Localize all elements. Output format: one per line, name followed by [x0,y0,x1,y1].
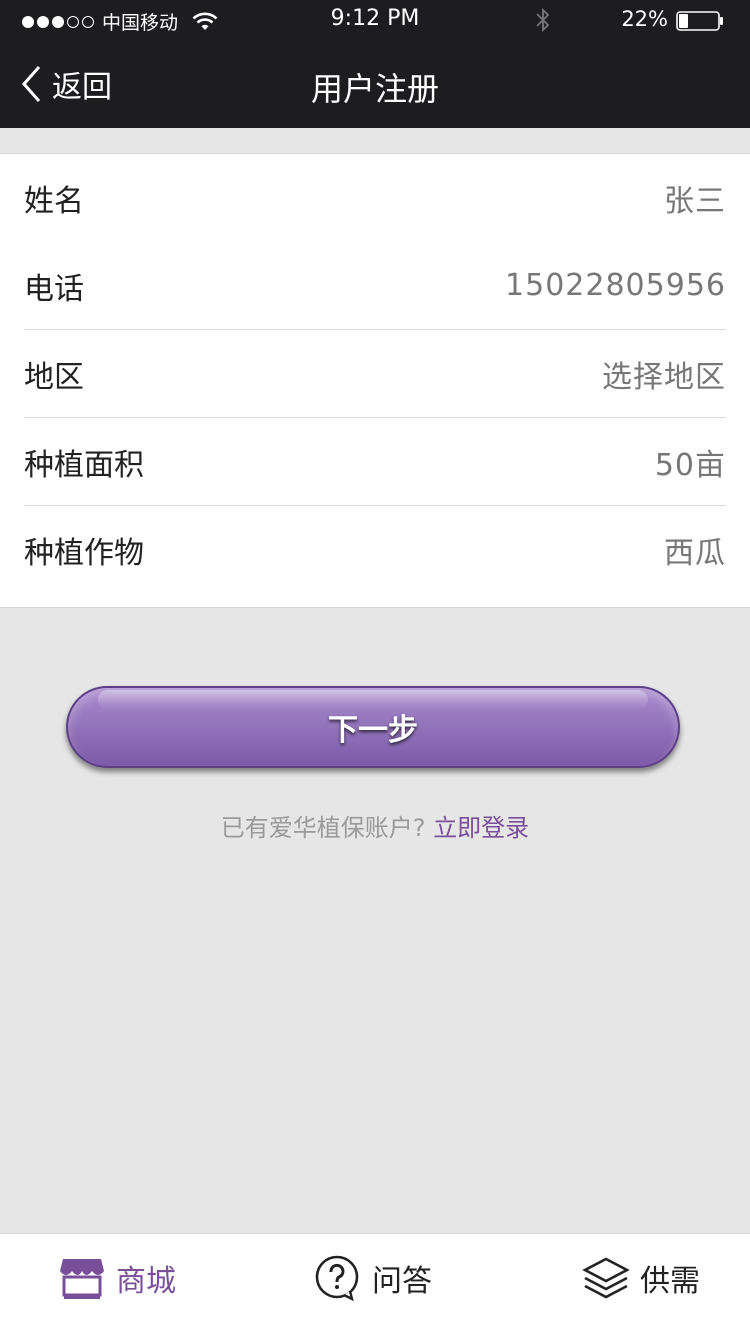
phone-field[interactable]: 15022805956 [505,268,726,303]
login-link[interactable]: 立即登录 [433,814,529,842]
region-label: 地区 [24,359,84,395]
form-row-phone[interactable]: 电话 15022805956 [24,242,726,330]
region-select[interactable]: 选择地区 [602,352,726,396]
top-bar: 中国移动 9:12 PM 22% 返回 用户注册 [0,0,750,128]
planting-area-field[interactable]: 50亩 [655,440,726,484]
store-icon [60,1258,104,1299]
tab-qa[interactable]: 问答 [314,1234,432,1320]
next-step-label: 下一步 [328,713,418,748]
phone-label: 电话 [24,271,84,307]
tab-qa-label: 问答 [372,1263,432,1299]
name-label: 姓名 [24,184,84,219]
battery-percent: 22% [621,7,668,31]
form-row-region[interactable]: 地区 选择地区 [24,330,726,418]
name-field[interactable]: 张三 [664,176,726,220]
page-title: 用户注册 [310,70,439,108]
question-icon [315,1255,359,1301]
battery-icon [676,11,723,31]
tab-bar: 商城 问答 供需 [0,1233,750,1320]
next-step-button[interactable]: 下一步 [66,686,680,768]
tab-supply-demand-label: 供需 [640,1263,700,1299]
planting-area-label: 种植面积 [24,447,144,483]
bluetooth-icon [536,7,550,33]
login-prompt-text: 已有爱华植保账户? [220,814,426,842]
status-bar: 中国移动 9:12 PM 22% [0,0,750,40]
tab-store[interactable]: 商城 [58,1234,176,1320]
tab-supply-demand[interactable]: 供需 [582,1234,700,1320]
form-row-area[interactable]: 种植面积 50亩 [24,418,726,506]
form-row-crop[interactable]: 种植作物 西瓜 [24,506,726,594]
crop-field[interactable]: 西瓜 [664,528,726,572]
nav-bar: 返回 用户注册 [0,40,750,128]
tab-store-label: 商城 [116,1263,176,1299]
registration-form: 姓名 张三 电话 15022805956 地区 选择地区 种植面积 50亩 种植… [0,153,750,608]
crop-label: 种植作物 [24,536,144,571]
form-row-name[interactable]: 姓名 张三 [24,154,726,242]
login-prompt: 已有爱华植保账户? 立即登录 [0,808,750,843]
layers-icon [582,1257,630,1298]
